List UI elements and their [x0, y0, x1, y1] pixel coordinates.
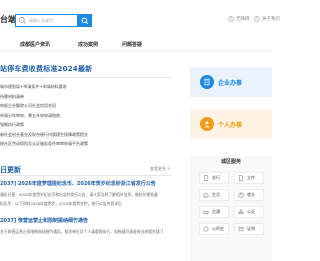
- guide-item[interactable]: 城市规划局+申请条件+申请材料要求: [0, 82, 172, 92]
- person-icon: [200, 117, 214, 131]
- site-brand[interactable]: 台端: [0, 14, 16, 25]
- accessibility-icon: [228, 16, 234, 22]
- file-icon: [238, 175, 244, 181]
- search-icon: [18, 16, 27, 25]
- divider: [0, 175, 172, 176]
- guide-section-title[interactable]: 站停车费收费标准2024最新: [0, 64, 92, 74]
- top-header: 台端 无障碍 关于我们: [0, 0, 280, 35]
- guide-list: 城市规划局+申请条件+申请材料要求 所需材料清单 申报企业解除公司社会信用合同 …: [0, 82, 172, 149]
- service-item[interactable]: 证明: [234, 223, 264, 235]
- guide-item[interactable]: 申请分年审申，需五年申申请指南: [0, 111, 172, 121]
- building-icon: [200, 75, 214, 89]
- news-summary: 通讯社报：2026年度贺岁纪念币和纪念钞发行公告，请大家及时了解相关信息，做好兑…: [0, 192, 158, 197]
- home-icon: [203, 192, 209, 198]
- nav-item-faq[interactable]: 问题答疑: [122, 41, 142, 48]
- briefcase-icon: [238, 192, 244, 198]
- service-item[interactable]: 发行: [199, 172, 229, 184]
- city-services-panel: 城区服务 发行 立件 生活 就业 交通 公证 公积金 证明: [190, 156, 272, 261]
- guide-item[interactable]: 按社区劳动保险及认证服务条件审审申请平台政策: [0, 139, 172, 149]
- search-icon: [81, 17, 89, 24]
- business-services-label: 企业办事: [218, 79, 243, 87]
- news-section-title: 日更新: [0, 166, 21, 174]
- business-services-card[interactable]: 企业办事: [190, 67, 272, 97]
- guide-item[interactable]: 所需材料清单: [0, 92, 172, 102]
- nav-item-news[interactable]: 成都医户资讯: [20, 41, 50, 48]
- service-item[interactable]: 生活: [199, 189, 229, 201]
- news-headline[interactable]: 2037] 恢营运营止和限制振纳细竹通告: [0, 217, 172, 224]
- certificate-icon: [238, 226, 244, 232]
- guide-item[interactable]: 申报企业解除公司社会信用合同: [0, 101, 172, 111]
- service-item[interactable]: 立件: [234, 172, 264, 184]
- service-item[interactable]: 交通: [199, 206, 229, 218]
- news-headline[interactable]: 2037] 2026年度梦理提纪念币、2026年贺岁纪念钞浙江省发行公告: [0, 180, 172, 187]
- about-label: 关于我们: [262, 17, 280, 22]
- news-more-link[interactable]: 查看更多 >: [150, 166, 171, 172]
- document-icon: [203, 175, 209, 181]
- about-link[interactable]: 关于我们: [254, 16, 280, 22]
- service-item[interactable]: 公积金: [199, 223, 229, 235]
- info-icon: [254, 16, 260, 22]
- stamp-icon: [238, 209, 244, 215]
- search-button[interactable]: [78, 14, 92, 27]
- personal-services-card[interactable]: 个人办事: [190, 109, 272, 139]
- accessibility-label: 无障碍: [236, 17, 250, 22]
- news-summary: 关于恢营运营止和限制振纳细竹通告，相关单位及个人请遵照执行，如有疑问请咨询当地相…: [0, 229, 164, 234]
- guide-item[interactable]: 强制执行政策: [0, 120, 172, 130]
- main-nav: 成都医户资讯 成功案例 问题答疑: [0, 39, 272, 52]
- divider: [0, 77, 172, 78]
- car-icon: [203, 211, 209, 215]
- search-box[interactable]: [15, 14, 78, 27]
- service-item[interactable]: 公证: [234, 206, 264, 218]
- personal-services-label: 个人办事: [218, 121, 243, 129]
- guide-item[interactable]: 新社会创业基金及现合规行内管理生保障政策提交: [0, 130, 172, 140]
- news-summary: 纪念币：以下同时2026年度贺岁，2026年度贺岁钞，发行公告内容详见: [0, 201, 122, 206]
- coin-icon: [203, 226, 209, 232]
- search-input[interactable]: [29, 18, 77, 23]
- panel-title: 城区服务: [220, 159, 241, 165]
- nav-item-cases[interactable]: 成功案例: [78, 41, 98, 48]
- accessibility-link[interactable]: 无障碍: [228, 16, 250, 22]
- service-item[interactable]: 就业: [234, 189, 264, 201]
